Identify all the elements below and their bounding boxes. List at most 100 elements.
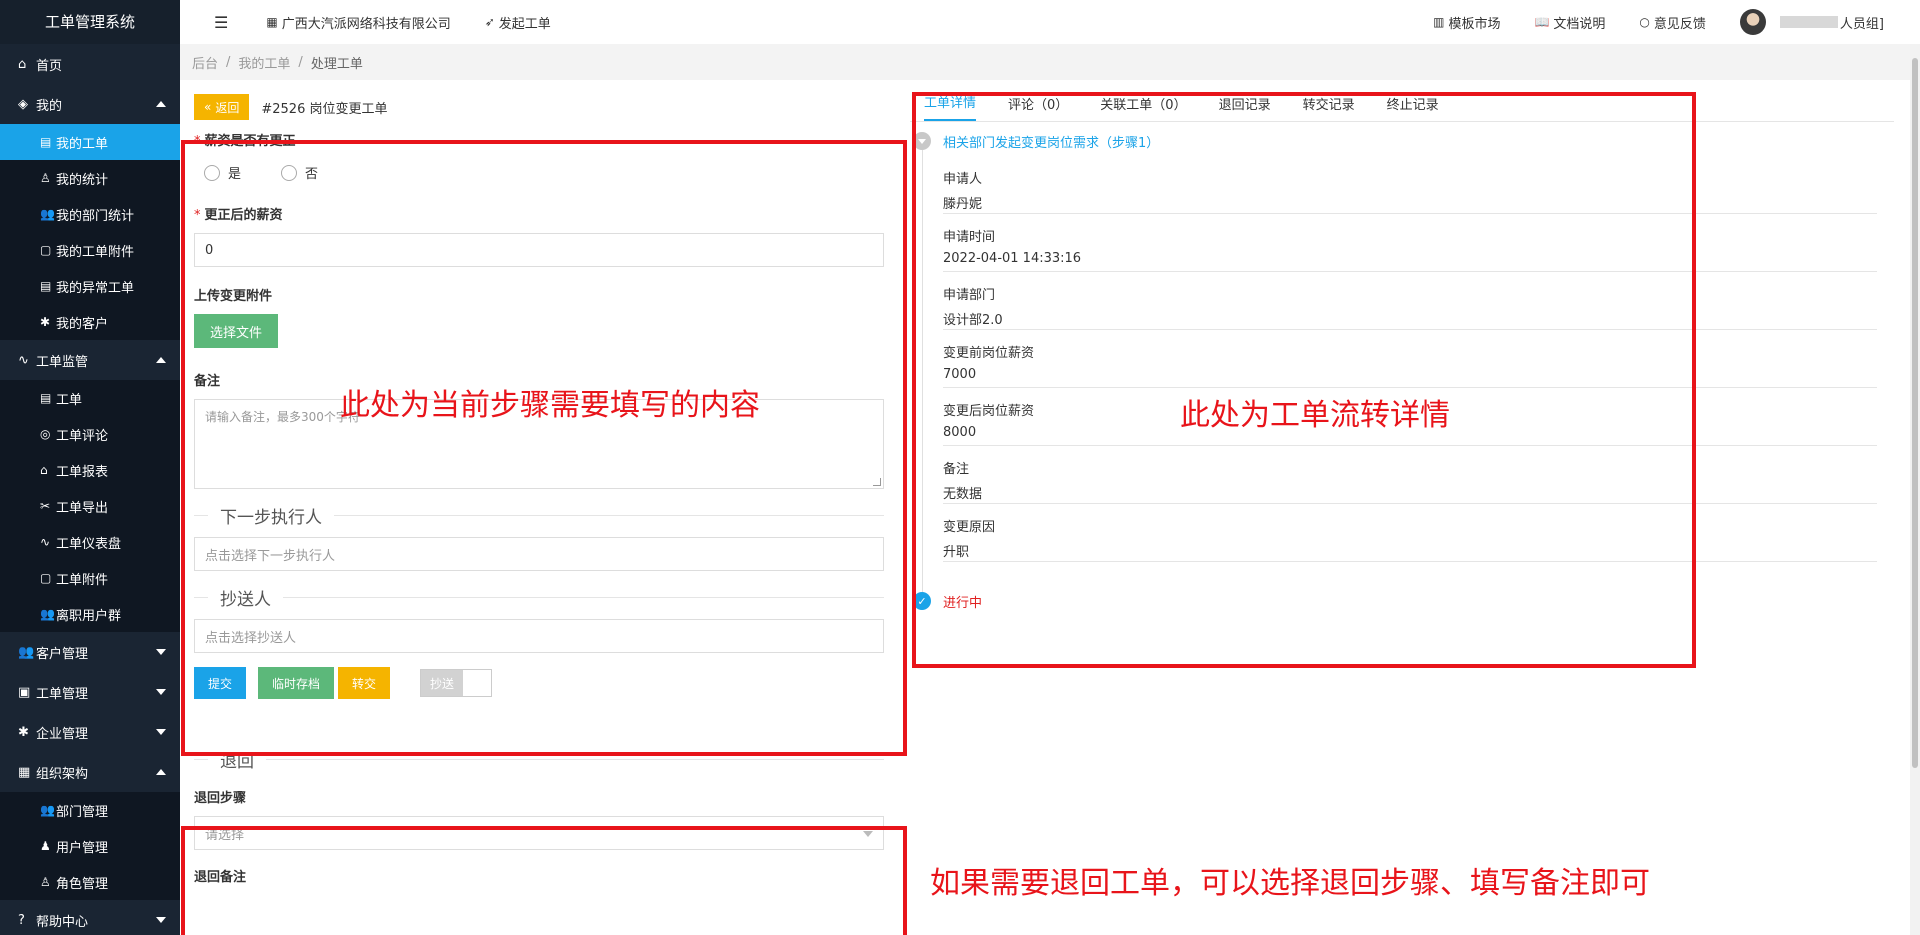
home-icon: ⌂	[40, 463, 48, 477]
breadcrumb: 后台 / 我的工单 / 处理工单	[180, 44, 1920, 80]
sidebar: 工单管理系统 ⌂ 首页 ◈ 我的 ▤ 我的工单 ♙ 我的统计 👥 我的部门统计 ▢ 我的…	[0, 0, 180, 935]
sidebar-group-label: 客户管理	[36, 646, 89, 662]
sidebar-item-users[interactable]: ♟ 用户管理	[0, 828, 180, 864]
sidebar-group-customers[interactable]: 👥 客户管理	[0, 632, 180, 672]
template-market-label: 模板市场	[1448, 16, 1501, 32]
company-switch[interactable]: ▦ 广西大汽派网络科技有限公司	[266, 13, 450, 32]
comment-icon: ◎	[40, 427, 51, 441]
breadcrumb-separator: /	[226, 54, 231, 70]
users-icon: 👥	[18, 644, 35, 660]
chevron-down-icon	[156, 917, 166, 923]
sidebar-group-org[interactable]: ▦ 组织架构	[0, 752, 180, 792]
users-icon: 👥	[40, 607, 55, 621]
sidebar-group-home[interactable]: ⌂ 首页	[0, 44, 180, 84]
breadcrumb-separator: /	[298, 54, 303, 70]
sidebar-item-label: 部门管理	[56, 804, 109, 820]
app-title: 工单管理系统	[0, 0, 180, 44]
divider-line	[194, 758, 208, 760]
sidebar-group-label: 企业管理	[36, 726, 89, 742]
sidebar-group-help[interactable]: ? 帮助中心	[0, 900, 180, 935]
sidebar-item-label: 我的部门统计	[56, 208, 135, 224]
breadcrumb-current: 处理工单	[310, 56, 363, 72]
sidebar-item-my-abnormal[interactable]: ▤ 我的异常工单	[0, 268, 180, 304]
page-scrollbar[interactable]	[1910, 44, 1920, 935]
ticket-title-row: «返回 #2526 岗位变更工单	[194, 94, 884, 120]
sidebar-item-my-stats[interactable]: ♙ 我的统计	[0, 160, 180, 196]
chevron-up-icon	[156, 357, 166, 363]
sidebar-item-attachments[interactable]: ▢ 工单附件	[0, 560, 180, 596]
sidebar-item-label: 离职用户群	[56, 608, 122, 624]
double-chevron-left-icon: «	[204, 100, 212, 114]
create-ticket-link[interactable]: ➶ 发起工单	[485, 13, 551, 32]
sidebar-item-dashboard[interactable]: ∿ 工单仪表盘	[0, 524, 180, 560]
circle-icon: ○	[1639, 15, 1650, 29]
back-button[interactable]: «返回	[194, 94, 250, 120]
clipboard-icon: ▣	[18, 684, 31, 700]
sidebar-group-label: 工单管理	[36, 686, 89, 702]
sidebar-item-roles[interactable]: ♙ 角色管理	[0, 864, 180, 900]
users-icon: 👥	[40, 207, 55, 221]
return-step-label: 退回步骤	[194, 791, 247, 806]
top-header: ☰ ▦ 广西大汽派网络科技有限公司 ➶ 发起工单 ▥ 模板市场 📖 文档说明 ○ 意见反馈…	[180, 0, 1920, 44]
sidebar-item-my-dept-stats[interactable]: 👥 我的部门统计	[0, 196, 180, 232]
annotation-text-form: 此处为当前步骤需要填写的内容	[340, 388, 760, 423]
back-label: 返回	[215, 100, 240, 115]
sidebar-item-departments[interactable]: 👥 部门管理	[0, 792, 180, 828]
annotation-text-return: 如果需要退回工单，可以选择退回步骤、填写备注即可	[930, 866, 1650, 901]
sidebar-submenu-org: 👥 部门管理 ♟ 用户管理 ♙ 角色管理	[0, 792, 180, 900]
sidebar-item-label: 用户管理	[56, 840, 109, 856]
sidebar-item-tickets[interactable]: ▤ 工单	[0, 380, 180, 416]
avatar[interactable]	[1739, 9, 1766, 35]
annotation-box-return	[181, 826, 907, 935]
sidebar-item-my-attachments[interactable]: ▢ 我的工单附件	[0, 232, 180, 268]
sidebar-group-label: 我的	[36, 98, 63, 114]
users-icon: 👥	[40, 803, 55, 817]
blurred-username	[1779, 16, 1838, 28]
chevron-down-icon	[156, 649, 166, 655]
pulse-icon: ∿	[18, 352, 29, 368]
user-group-label[interactable]: 人员组]	[1840, 13, 1884, 32]
template-market-link[interactable]: ▥ 模板市场	[1433, 13, 1500, 32]
question-icon: ?	[18, 912, 25, 928]
sidebar-group-monitor[interactable]: ∿ 工单监管	[0, 340, 180, 380]
menu-toggle-icon[interactable]: ☰	[214, 13, 228, 32]
sidebar-item-label: 工单导出	[56, 500, 109, 516]
sidebar-item-export[interactable]: ✂ 工单导出	[0, 488, 180, 524]
home-icon: ⌂	[18, 56, 27, 72]
breadcrumb-item[interactable]: 我的工单	[238, 53, 290, 72]
template-icon: ▥	[1433, 15, 1445, 29]
sidebar-item-comments[interactable]: ◎ 工单评论	[0, 416, 180, 452]
sidebar-group-enterprise[interactable]: ✱ 企业管理	[0, 712, 180, 752]
sidebar-item-reports[interactable]: ⌂ 工单报表	[0, 452, 180, 488]
pulse-icon: ∿	[40, 535, 51, 549]
file-icon: ▤	[40, 135, 52, 149]
sidebar-group-label: 组织架构	[36, 766, 89, 782]
sidebar-item-my-customers[interactable]: ✱ 我的客户	[0, 304, 180, 340]
gear-icon: ✱	[18, 724, 29, 740]
scrollbar-thumb[interactable]	[1912, 58, 1918, 768]
sidebar-item-label: 工单仪表盘	[56, 536, 122, 552]
docs-link[interactable]: 📖 文档说明	[1534, 13, 1605, 32]
sidebar-group-mine[interactable]: ◈ 我的	[0, 84, 180, 124]
gear-icon: ✱	[40, 315, 51, 329]
chevron-up-icon	[156, 769, 166, 775]
divider-line	[266, 758, 884, 760]
company-name: 广西大汽派网络科技有限公司	[281, 16, 451, 32]
sidebar-item-label: 我的工单	[56, 136, 109, 152]
building-icon: ▦	[266, 15, 278, 29]
sidebar-item-left-users[interactable]: 👥 离职用户群	[0, 596, 180, 632]
annotation-text-detail: 此处为工单流转详情	[1180, 398, 1450, 433]
feedback-link[interactable]: ○ 意见反馈	[1639, 13, 1706, 32]
breadcrumb-item[interactable]: 后台	[192, 53, 218, 72]
file-icon: ▢	[40, 243, 52, 257]
user-icon: ♟	[40, 839, 51, 853]
sidebar-item-my-tickets[interactable]: ▤ 我的工单	[0, 124, 180, 160]
ticket-title: #2526 岗位变更工单	[261, 101, 388, 117]
sidebar-item-label: 工单附件	[56, 572, 109, 588]
sidebar-item-label: 我的工单附件	[56, 244, 135, 260]
sidebar-group-ticket-mgmt[interactable]: ▣ 工单管理	[0, 672, 180, 712]
sidebar-submenu-mine: ▤ 我的工单 ♙ 我的统计 👥 我的部门统计 ▢ 我的工单附件 ▤ 我的异常工单 ✱ 我的客…	[0, 124, 180, 340]
docs-label: 文档说明	[1553, 16, 1606, 32]
file-icon: ▤	[40, 391, 52, 405]
sidebar-submenu-monitor: ▤ 工单 ◎ 工单评论 ⌂ 工单报表 ✂ 工单导出 ∿ 工单仪表盘 ▢ 工单附件 👥 离职用户…	[0, 380, 180, 632]
